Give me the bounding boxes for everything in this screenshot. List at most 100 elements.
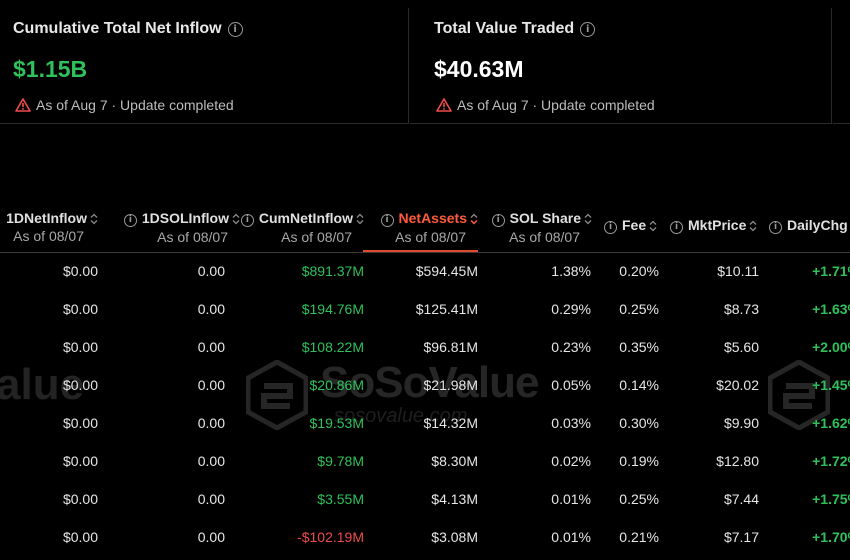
table-cell: 0.25% xyxy=(619,301,659,317)
table-row[interactable]: $0.00 0.00 $3.55M $4.13M 0.01% 0.25% $7.44 +1.7… xyxy=(0,481,850,519)
sort-icon[interactable] xyxy=(90,213,98,225)
info-icon[interactable]: i xyxy=(670,221,683,234)
table-cell: $14.32M xyxy=(423,415,478,431)
table-cell: $194.76M xyxy=(301,301,364,317)
table-cell: +1.45% xyxy=(812,377,850,393)
column-header-1dsolinflow[interactable]: i 1DSOLInflow As of 08/07 xyxy=(123,210,240,245)
table-cell: 0.23% xyxy=(551,339,591,355)
table-cell: 0.00 xyxy=(197,415,225,431)
table-cell: $0.00 xyxy=(62,377,98,393)
table-cell: $4.13M xyxy=(431,491,478,507)
warning-icon xyxy=(15,98,31,112)
table-row[interactable]: $0.00 0.00 -$102.19M $3.08M 0.01% 0.21% $7.17 +… xyxy=(0,519,850,557)
table-cell: 0.02% xyxy=(551,453,591,469)
table-cell: 0.00 xyxy=(197,529,225,545)
table-cell: +2.00% xyxy=(812,339,850,355)
table-cell: 1.38% xyxy=(551,263,591,279)
table-cell: $594.45M xyxy=(415,263,478,279)
table-cell: $21.98M xyxy=(423,377,478,393)
table-row[interactable]: $0.00 0.00 $194.76M $125.41M 0.29% 0.25% $8.73… xyxy=(0,291,850,329)
table-cell: 0.03% xyxy=(551,415,591,431)
table-cell: 0.14% xyxy=(619,377,659,393)
table-cell: $3.08M xyxy=(431,529,478,545)
column-header-cumnetinflow[interactable]: i CumNetInflow As of 08/07 xyxy=(240,210,364,245)
table-cell: $0.00 xyxy=(62,529,98,545)
column-header-netassets[interactable]: i NetAssets As of 08/07 xyxy=(363,210,478,252)
table-cell: 0.19% xyxy=(619,453,659,469)
warning-icon xyxy=(436,98,452,112)
column-header-1dnetinflow[interactable]: 1DNetInflow As of 08/07 xyxy=(6,210,98,244)
card-status: As of Aug 7 · Update completed xyxy=(457,97,655,113)
table-cell: 0.00 xyxy=(197,263,225,279)
table-cell: 0.35% xyxy=(619,339,659,355)
sort-icon[interactable] xyxy=(649,220,657,232)
info-icon[interactable]: i xyxy=(240,214,254,227)
table-cell: $5.60 xyxy=(723,339,759,355)
table-cell: +1.70% xyxy=(812,529,850,545)
table-cell: $0.00 xyxy=(62,453,98,469)
table-cell: $20.02 xyxy=(716,377,759,393)
table-cell: 0.20% xyxy=(619,263,659,279)
table-cell: 0.29% xyxy=(551,301,591,317)
table-cell: $10.11 xyxy=(717,263,759,279)
table-cell: $0.00 xyxy=(62,491,98,507)
next-card-edge xyxy=(833,8,850,124)
table-cell: $8.73 xyxy=(723,301,759,317)
table-cell: 0.00 xyxy=(197,301,225,317)
info-icon[interactable]: i xyxy=(380,214,394,227)
table-cell: $125.41M xyxy=(415,301,478,317)
table-cell: $9.90 xyxy=(723,415,759,431)
column-header-fee[interactable]: i Fee xyxy=(604,217,657,234)
table-cell: +1.71% xyxy=(812,263,850,279)
table-cell: 0.25% xyxy=(619,491,659,507)
card-value: $40.63M xyxy=(434,56,524,82)
table-row[interactable]: $0.00 0.00 $9.78M $8.30M 0.02% 0.19% $12.80 +1.… xyxy=(0,443,850,481)
info-icon[interactable]: i xyxy=(769,221,782,234)
table-cell: $7.17 xyxy=(723,529,759,545)
table-cell: 0.00 xyxy=(197,453,225,469)
table-cell: $0.00 xyxy=(62,301,98,317)
table-row[interactable]: $0.00 0.00 $19.53M $14.32M 0.03% 0.30% $9.90 +1… xyxy=(0,405,850,443)
table-cell: $3.55M xyxy=(317,491,364,507)
sort-icon[interactable] xyxy=(749,220,757,232)
table-cell: +1.75% xyxy=(812,491,850,507)
table-cell: $0.00 xyxy=(62,263,98,279)
table-cell: 0.00 xyxy=(197,491,225,507)
card-value: $1.15B xyxy=(13,56,88,82)
table-cell: +1.62% xyxy=(812,415,850,431)
card-title: Total Value Traded xyxy=(434,20,575,37)
table-cell: 0.21% xyxy=(619,529,659,545)
table-cell: 0.30% xyxy=(619,415,659,431)
table-cell: 0.01% xyxy=(551,529,591,545)
table-cell: 0.00 xyxy=(197,339,225,355)
info-icon[interactable]: i xyxy=(227,22,243,37)
table-row[interactable]: $0.00 0.00 $108.22M $96.81M 0.23% 0.35% $5.60 +… xyxy=(0,329,850,367)
table-cell: $7.44 xyxy=(723,491,759,507)
table-cell: 0.05% xyxy=(551,377,591,393)
total-value-traded-card: Total Value Traded i $40.63M As of Aug 7 … xyxy=(410,8,832,124)
info-icon[interactable]: i xyxy=(604,221,617,234)
table-cell: $12.80 xyxy=(716,453,759,469)
table-row[interactable]: $0.00 0.00 $891.37M $594.45M 1.38% 0.20% $10.1… xyxy=(0,253,850,291)
card-status: As of Aug 7 · Update completed xyxy=(36,97,234,113)
table-cell: $8.30M xyxy=(431,453,478,469)
table-cell: 0.00 xyxy=(197,377,225,393)
column-header-dailychg[interactable]: i DailyChg xyxy=(769,217,848,234)
table-cell: 0.01% xyxy=(551,491,591,507)
sort-icon[interactable] xyxy=(232,213,240,225)
info-icon[interactable]: i xyxy=(491,214,505,227)
table-header: 1DNetInflow As of 08/07 i 1DSOLInflow As … xyxy=(0,200,850,253)
table-cell: $20.86M xyxy=(309,377,364,393)
info-icon[interactable]: i xyxy=(580,22,596,37)
table-cell: $0.00 xyxy=(62,339,98,355)
table-cell: +1.63% xyxy=(812,301,850,317)
table-row[interactable]: $0.00 0.00 $20.86M $21.98M 0.05% 0.14% $20.02 +… xyxy=(0,367,850,405)
summary-cards: Cumulative Total Net Inflow i $1.15B As o… xyxy=(0,8,850,124)
table-cell: -$102.19M xyxy=(297,529,364,545)
column-header-sol-share[interactable]: i SOL Share As of 08/07 xyxy=(491,210,592,245)
sort-descending-icon[interactable] xyxy=(470,213,478,225)
column-header-mktprice[interactable]: i MktPrice xyxy=(670,217,757,234)
info-icon[interactable]: i xyxy=(123,214,137,227)
sort-icon[interactable] xyxy=(584,213,592,225)
table-cell: $108.22M xyxy=(301,339,364,355)
